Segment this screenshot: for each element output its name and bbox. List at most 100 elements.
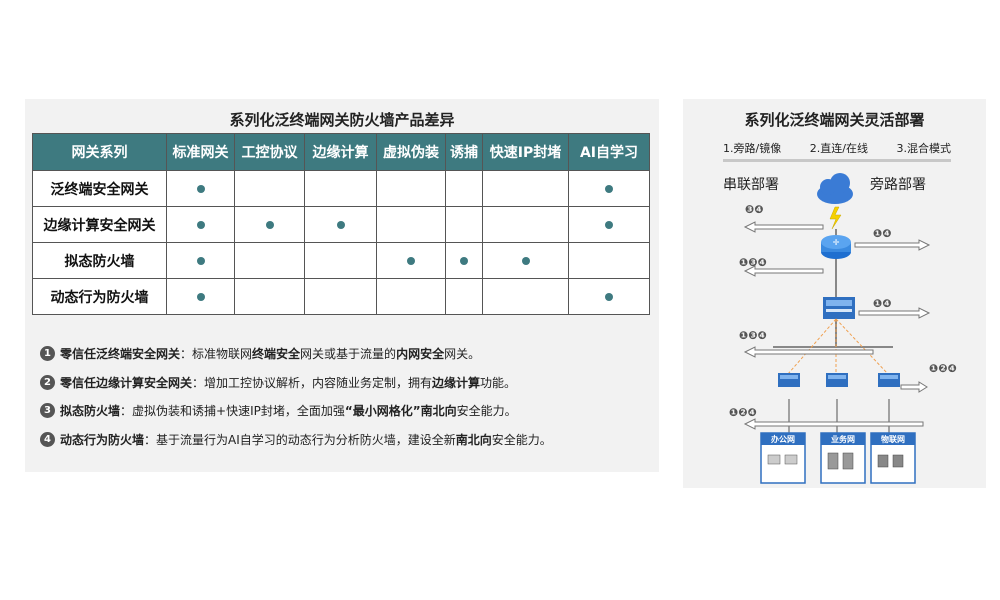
feature-cell (234, 242, 305, 279)
feature-cell (482, 278, 569, 315)
row-label: 拟态防火墙 (32, 242, 167, 279)
header-cell: 诱捕 (445, 133, 483, 171)
feature-cell (482, 242, 569, 279)
header-cell: 标准网关 (166, 133, 235, 171)
feature-dot-icon (605, 184, 613, 193)
feature-cell (234, 170, 305, 207)
sub-gateway-icon (826, 373, 848, 387)
feature-cell (482, 206, 569, 243)
flow-arrow (900, 381, 928, 393)
number-badge: 1 (40, 346, 55, 361)
gateway-device-icon (823, 297, 855, 319)
feature-cell (445, 206, 483, 243)
feature-cell (568, 242, 650, 279)
header-row: 网关系列 标准网关 工控协议 边缘计算 虚拟伪装 诱捕 快速IP封堵 AI自学习 (32, 133, 650, 171)
desc-text: ：增加工控协议解析，内容随业务定制，拥有 (192, 376, 433, 390)
desc-text: ：虚拟伪装和诱捕+快速IP封堵，全面加强 (120, 404, 345, 418)
deployment-panel: 系列化泛终端网关灵活部署 1.旁路/镜像 2.直连/在线 3.混合模式 串联部署… (683, 99, 986, 488)
feature-dot-icon (196, 220, 205, 229)
feature-cell (376, 278, 446, 315)
feature-cell (166, 206, 235, 243)
arrow-tag: ❸❹ (745, 203, 764, 216)
panel-title: 系列化泛终端网关防火墙产品差异 (229, 111, 455, 129)
feature-cell (376, 170, 446, 207)
feature-dot-icon (407, 256, 415, 265)
header-cell: AI自学习 (568, 133, 650, 171)
arrow-tag: ❶❸❹ (739, 329, 767, 342)
desc-highlight: “最小网格化”南北向 (344, 404, 457, 418)
feature-cell (445, 170, 483, 207)
network-label: 物联网 (881, 435, 905, 444)
feature-cell (166, 170, 235, 207)
sub-gateway-icon (878, 373, 900, 387)
desc-text: 安全能力。 (456, 404, 517, 418)
svg-text:✛: ✛ (833, 238, 840, 247)
feature-dot-icon (460, 256, 468, 265)
feature-dot-icon (521, 256, 530, 265)
feature-cell (304, 170, 377, 207)
arrow-tag: ❶❷❹ (729, 406, 757, 419)
feature-dot-icon (196, 292, 205, 301)
feature-cell (376, 242, 446, 279)
table-row: 动态行为防火墙 (32, 278, 650, 315)
feature-cell (304, 206, 377, 243)
cloud-icon (817, 173, 853, 204)
description-2: 2 零信任边缘计算安全网关 ：增加工控协议解析，内容随业务定制，拥有 边缘计算 功能。 (40, 374, 516, 391)
feature-dot-icon (196, 184, 205, 193)
feature-cell (445, 242, 483, 279)
desc-title: 零信任边缘计算安全网关 (60, 376, 193, 390)
desc-title: 零信任泛终端安全网关 (60, 347, 181, 361)
feature-cell (166, 242, 235, 279)
desc-highlight: 边缘计算 (432, 376, 481, 390)
header-cell: 边缘计算 (304, 133, 377, 171)
feature-dot-icon (605, 292, 613, 301)
header-cell: 快速IP封堵 (482, 133, 569, 171)
feature-cell (376, 206, 446, 243)
desc-highlight: 内网安全 (396, 347, 445, 361)
comparison-table: 网关系列 标准网关 工控协议 边缘计算 虚拟伪装 诱捕 快速IP封堵 AI自学习… (32, 133, 650, 315)
feature-dot-icon (265, 220, 274, 229)
number-badge: 2 (40, 375, 55, 390)
row-label: 泛终端安全网关 (32, 170, 167, 207)
description-4: 4 动态行为防火墙 ：基于流量行为AI自学习的动态行为分析防火墙，建设全新 南北向安… (40, 431, 552, 448)
flow-arrow (743, 418, 924, 430)
table-row: 泛终端安全网关 (32, 170, 650, 207)
row-label: 边缘计算安全网关 (32, 206, 167, 243)
feature-cell (568, 206, 650, 243)
feature-dot-icon (605, 220, 613, 229)
desc-highlight: 南北向 (455, 433, 492, 447)
header-cell: 网关系列 (32, 133, 167, 171)
table-row: 拟态防火墙 (32, 242, 650, 279)
router-icon: ✛ (821, 235, 851, 259)
feature-cell (568, 170, 650, 207)
number-badge: 3 (40, 403, 55, 418)
product-diff-panel: 系列化泛终端网关防火墙产品差异 网关系列 标准网关 工控协议 边缘计算 虚拟伪装… (25, 99, 659, 472)
description-1: 1 零信任泛终端安全网关 ：标准物联网 终端安全 网关或基于流量的 内网安全 网关。 (40, 345, 480, 362)
desc-text: ：基于流量行为AI自学习的动态行为分析防火墙，建设全新 (144, 433, 456, 447)
deployment-diagram: ✛ (743, 173, 931, 484)
feature-cell (568, 278, 650, 315)
arrow-tag: ❶❸❹ (739, 256, 767, 269)
arrow-tag: ❶❷❹ (929, 362, 957, 375)
sub-gateway-icon (778, 373, 800, 387)
flow-arrow (743, 221, 824, 233)
feature-cell (482, 170, 569, 207)
arrow-tag: ❶❹ (873, 227, 892, 240)
network-label: 办公网 (771, 435, 795, 444)
desc-title: 动态行为防火墙 (60, 433, 145, 447)
header-cell: 工控协议 (234, 133, 305, 171)
desc-text: 安全能力。 (491, 433, 552, 447)
desc-highlight: 终端安全 (252, 347, 301, 361)
feature-dot-icon (336, 220, 345, 229)
feature-cell (234, 206, 305, 243)
number-badge: 4 (40, 432, 55, 447)
feature-cell (234, 278, 305, 315)
desc-title: 拟态防火墙 (60, 404, 121, 418)
flow-arrow (854, 239, 931, 251)
lightning-icon (829, 206, 842, 230)
desc-text: 功能。 (480, 376, 517, 390)
description-3: 3 拟态防火墙 ：虚拟伪装和诱捕+快速IP封堵，全面加强 “最小网格化”南北向 安全能… (40, 402, 517, 419)
arrow-tag: ❶❹ (873, 297, 892, 310)
row-label: 动态行为防火墙 (32, 278, 167, 315)
desc-text: ：标准物联网 (180, 347, 253, 361)
